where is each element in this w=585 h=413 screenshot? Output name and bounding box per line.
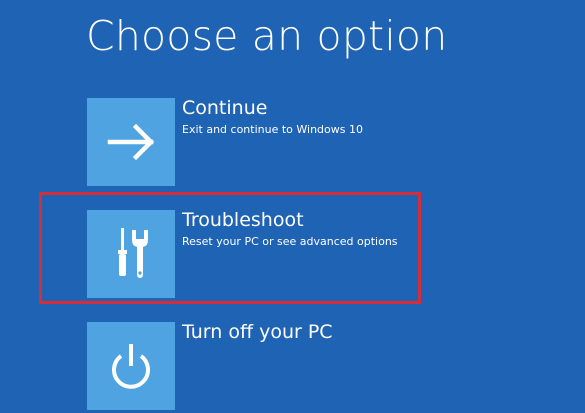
continue-tile[interactable] [87, 98, 175, 186]
power-icon [112, 344, 150, 389]
arrow-right-icon [107, 123, 155, 161]
selection-highlight [39, 192, 421, 304]
continue-option[interactable]: Continue Exit and continue to Windows 10 [87, 97, 547, 186]
turn-off-option[interactable]: Turn off your PC [87, 321, 547, 410]
turn-off-tile[interactable] [87, 322, 175, 410]
continue-title: Continue [182, 97, 268, 119]
continue-description: Exit and continue to Windows 10 [182, 123, 363, 136]
page-title: Choose an option [86, 12, 448, 60]
turn-off-title: Turn off your PC [182, 321, 333, 343]
recovery-screen: Choose an option Continue Exit and conti… [0, 0, 585, 413]
